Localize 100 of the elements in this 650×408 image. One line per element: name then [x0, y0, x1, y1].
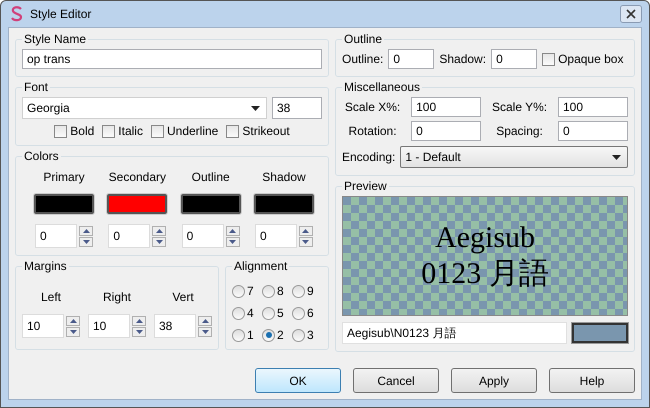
spin-up-button[interactable] — [66, 316, 80, 326]
checkbox-label: Underline — [166, 124, 218, 138]
group-label: Colors — [23, 149, 60, 163]
spin-down-button[interactable] — [198, 326, 212, 336]
margin-label: Left — [40, 290, 61, 304]
spin-down-button[interactable] — [226, 236, 240, 246]
checkbox-label: Bold — [70, 124, 94, 138]
margin-field[interactable]: 38 — [154, 314, 196, 338]
checkbox[interactable] — [542, 52, 556, 66]
radio-button[interactable] — [292, 328, 305, 342]
alpha-field[interactable]: 0 — [35, 224, 77, 248]
color-swatch-button[interactable] — [107, 194, 168, 214]
window-title: Style Editor — [30, 7, 92, 21]
group-label: Outline — [343, 32, 384, 46]
checkbox-label: Italic — [118, 124, 143, 138]
background-color-button[interactable] — [572, 323, 628, 343]
preview-text: Aegisub — [435, 220, 535, 256]
spin-down-button[interactable] — [298, 236, 313, 246]
radio-button[interactable] — [232, 284, 245, 298]
radio-label: 8 — [277, 284, 284, 298]
close-button[interactable] — [620, 5, 642, 23]
spin-up-button[interactable] — [298, 226, 313, 236]
group-label: Margins — [23, 259, 68, 273]
spin-up-button[interactable] — [79, 226, 93, 236]
radio-label: 7 — [247, 284, 254, 298]
close-icon — [626, 9, 636, 19]
field-label: Rotation: — [348, 124, 398, 138]
checkbox[interactable] — [102, 124, 116, 138]
outline-field[interactable]: 0 — [388, 49, 434, 69]
alpha-field[interactable]: 0 — [254, 224, 297, 248]
margin-field[interactable]: 10 — [88, 314, 130, 338]
preview-text-field[interactable]: Aegisub\N0123 月語 — [342, 322, 567, 344]
spin-down-button[interactable] — [79, 236, 93, 246]
down-arrow-icon — [156, 240, 163, 244]
field-label: Scale X%: — [344, 100, 402, 114]
font-dropdown[interactable]: Georgia — [22, 97, 267, 119]
radio-label: 6 — [307, 306, 314, 320]
down-arrow-icon — [136, 330, 142, 334]
checkbox[interactable] — [54, 124, 68, 138]
field-label: Shadow: — [439, 52, 486, 66]
spin-down-button[interactable] — [66, 326, 80, 336]
alpha-field[interactable]: 0 — [108, 224, 150, 248]
color-swatch-button[interactable] — [254, 194, 314, 214]
margin-label: Vert — [172, 290, 194, 304]
dialog-button[interactable]: Help — [549, 368, 635, 393]
dialog-button[interactable]: OK — [255, 368, 341, 393]
checkbox-label: Strikeout — [242, 124, 290, 138]
alpha-field[interactable]: 0 — [182, 224, 224, 248]
outline-field[interactable]: 0 — [491, 49, 538, 69]
checkbox[interactable] — [150, 124, 164, 138]
field-label: Scale Y%: — [490, 100, 548, 114]
up-arrow-icon — [136, 318, 142, 322]
radio-button[interactable] — [262, 306, 275, 320]
up-arrow-icon — [70, 318, 76, 322]
checkbox-label: Opaque box — [558, 52, 624, 66]
font-size-field[interactable]: 38 — [272, 97, 322, 119]
misc-field[interactable]: 100 — [558, 97, 628, 117]
spin-down-button[interactable] — [152, 236, 166, 246]
misc-field[interactable]: 0 — [411, 121, 482, 141]
up-arrow-icon — [229, 228, 236, 232]
margin-field[interactable]: 10 — [22, 314, 64, 338]
radio-label: 3 — [307, 328, 314, 342]
checkbox[interactable] — [226, 124, 240, 138]
preview-text: 0123 月語 — [421, 256, 549, 292]
spin-up-button[interactable] — [152, 226, 166, 236]
misc-field[interactable]: 0 — [558, 121, 628, 141]
radio-button[interactable] — [262, 328, 275, 342]
radio-button[interactable] — [232, 328, 245, 342]
radio-button[interactable] — [292, 306, 305, 320]
spin-up-button[interactable] — [132, 316, 146, 326]
dropdown-arrow-icon — [612, 154, 621, 160]
color-label: Shadow — [262, 170, 306, 184]
encoding-dropdown[interactable]: 1 - Default — [400, 146, 628, 168]
color-swatch-button[interactable] — [180, 194, 241, 214]
down-arrow-icon — [202, 330, 208, 334]
spin-up-button[interactable] — [198, 316, 212, 326]
down-arrow-icon — [70, 330, 76, 334]
down-arrow-icon — [82, 240, 90, 244]
margin-label: Right — [102, 290, 131, 304]
dialog-button[interactable]: Apply — [451, 368, 537, 393]
up-arrow-icon — [202, 318, 208, 322]
up-arrow-icon — [82, 228, 90, 232]
radio-button[interactable] — [262, 284, 275, 298]
dropdown-arrow-icon — [251, 106, 260, 110]
spin-up-button[interactable] — [226, 226, 240, 236]
radio-label: 2 — [277, 328, 284, 342]
radio-label: 5 — [277, 306, 284, 320]
dialog-button[interactable]: Cancel — [353, 368, 439, 393]
style-name-field[interactable]: op trans — [22, 49, 322, 69]
spin-down-button[interactable] — [132, 326, 146, 336]
radio-button[interactable] — [232, 306, 245, 320]
misc-field[interactable]: 100 — [411, 97, 482, 117]
color-label: Primary — [43, 170, 85, 184]
radio-label: 4 — [247, 306, 254, 320]
radio-label: 1 — [247, 328, 254, 342]
app-icon — [10, 6, 24, 22]
color-label: Secondary — [108, 170, 166, 184]
color-swatch-button[interactable] — [34, 194, 94, 214]
up-arrow-icon — [156, 228, 163, 232]
radio-button[interactable] — [292, 284, 305, 298]
